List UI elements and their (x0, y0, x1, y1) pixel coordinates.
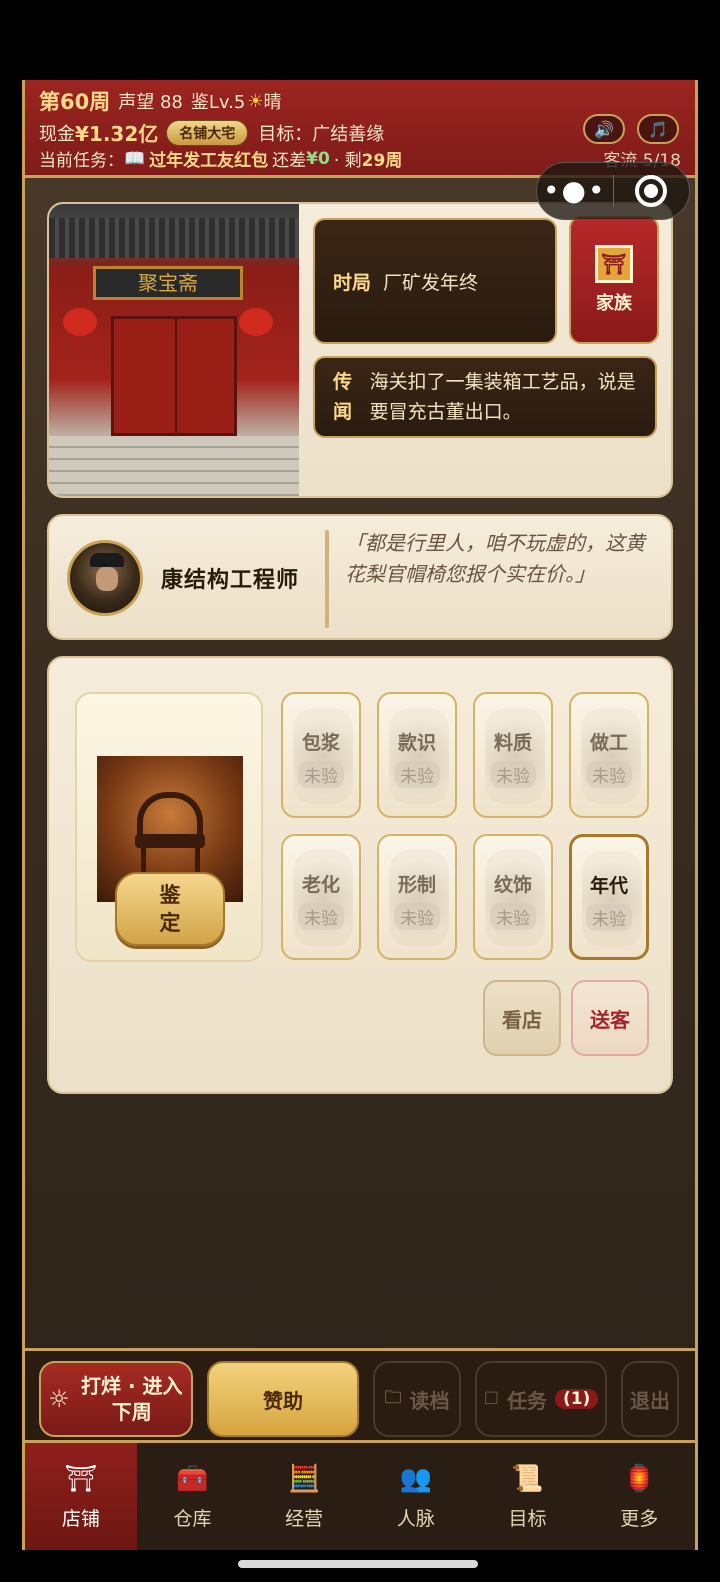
task-weeks-value: 29周 (361, 151, 403, 171)
look-around-button[interactable]: 看店 (483, 980, 561, 1056)
rumor-card: 传闻 海关扣了一集装箱工艺品，说是要冒充古董出口。 (313, 356, 657, 438)
shop-icon: ⛩ (64, 1464, 98, 1494)
target-icon (635, 175, 668, 207)
task-label: 当前任务： (39, 151, 124, 171)
next-week-button[interactable]: ☼ 打烊 · 进入下周 (39, 1361, 193, 1437)
book-icon: 📖 (124, 148, 146, 169)
people-icon: 👥 (399, 1464, 433, 1494)
chest-icon: 🧰 (176, 1464, 209, 1494)
tasks-button[interactable]: ☐ 任务 (1) (475, 1361, 607, 1437)
folder-icon: 🗀 (384, 1387, 402, 1408)
shop-front-image: 聚宝斋 (49, 204, 299, 496)
task-name: 过年发工友红包 (149, 151, 269, 171)
rumor-text: 海关扣了一集装箱工艺品，说是要冒充古董出口。 (369, 371, 636, 423)
weather: 晴 (263, 92, 282, 113)
cash-value: ¥1.32亿 (75, 122, 159, 146)
bottom-tab-bar: ⛩ 店铺 🧰 仓库 🧮 经营 👥 人脉 📜 目标 🏮 更多 (25, 1440, 695, 1550)
miniprogram-capsule: •●• (536, 162, 690, 220)
situation-text: 厂矿发年终 (383, 271, 479, 294)
task-weeks-label: · 剩 (333, 151, 362, 171)
cash-label: 现金 (39, 123, 75, 145)
attr-craftsmanship[interactable]: 做工 未验 (569, 692, 649, 818)
attr-aging[interactable]: 老化 未验 (281, 834, 361, 960)
sound-button[interactable]: 🔊 (583, 114, 625, 144)
home-indicator[interactable] (238, 1560, 478, 1568)
app-frame: 第60周 声望 88 鉴Lv.5 ☀ 晴 现金 ¥1.32亿 名铺大宅 目标：广… (22, 80, 698, 1550)
ancestral-hall-icon: ⛩ (595, 245, 633, 283)
sun-icon: ☀ (247, 90, 264, 112)
situation-card: 时局 厂矿发年终 (313, 218, 557, 344)
tab-warehouse[interactable]: 🧰 仓库 (137, 1443, 249, 1550)
sun-icon: ☼ (48, 1385, 70, 1413)
customer-name: 康结构工程师 (161, 568, 300, 593)
shop-rank-badge: 名铺大宅 (166, 119, 249, 146)
attr-form[interactable]: 形制 未验 (377, 834, 457, 960)
rumor-label: 传闻 (333, 371, 353, 423)
tab-more[interactable]: 🏮 更多 (583, 1443, 695, 1550)
attr-inscription[interactable]: 款识 未验 (377, 692, 457, 818)
attr-patina[interactable]: 包浆 未验 (281, 692, 361, 818)
tab-shop[interactable]: ⛩ 店铺 (25, 1443, 137, 1550)
attr-material[interactable]: 料质 未验 (473, 692, 553, 818)
load-save-button[interactable]: 🗀 读档 (373, 1361, 461, 1437)
sponsor-button[interactable]: 赞助 (207, 1361, 359, 1437)
tab-goals[interactable]: 📜 目标 (472, 1443, 584, 1550)
scroll-icon: 📜 (511, 1464, 544, 1494)
abacus-icon: 🧮 (287, 1464, 321, 1494)
tab-contacts[interactable]: 👥 人脉 (360, 1443, 472, 1550)
attr-decoration[interactable]: 纹饰 未验 (473, 834, 553, 960)
music-button[interactable]: 🎵 (637, 114, 679, 144)
situation-label: 时局 (333, 271, 372, 294)
attr-era[interactable]: 年代 未验 (569, 834, 649, 960)
appraise-button[interactable]: 鉴定 (115, 872, 225, 946)
goal-text: 目标：广结善缘 (258, 123, 385, 145)
customer-panel: 康结构工程师 「都是行里人，咱不玩虚的，这黄花梨官帽椅您报个实在价。」 (47, 514, 673, 640)
customer-avatar[interactable] (67, 540, 143, 616)
shop-panel: 聚宝斋 时局 厂矿发年终 传闻 海关扣了一集装箱工艺品，说是要冒充古董出口。 ⛩… (47, 202, 673, 498)
speaker-icon: 🔊 (594, 119, 614, 139)
family-button[interactable]: ⛩ 家族 (569, 216, 659, 344)
appraiser-level: 鉴Lv.5 (190, 92, 246, 113)
note-icon: ☐ (483, 1389, 499, 1409)
close-miniprogram-button[interactable] (614, 175, 690, 207)
dismiss-customer-button[interactable]: 送客 (571, 980, 649, 1056)
task-remaining-value: ¥0 (306, 148, 330, 169)
task-remaining-label: 还差 (272, 151, 307, 171)
quote-divider (325, 530, 329, 628)
tab-business[interactable]: 🧮 经营 (248, 1443, 360, 1550)
customer-quote: 「都是行里人，咱不玩虚的，这黄花梨官帽椅您报个实在价。」 (345, 531, 645, 586)
family-label: 家族 (596, 293, 632, 314)
lucky-cat-icon: 🏮 (623, 1464, 656, 1494)
week-counter: 第60周 (39, 90, 111, 114)
shop-plaque: 聚宝斋 (93, 266, 243, 300)
item-display: 鉴定 (75, 692, 263, 962)
task-count-badge: (1) (554, 1389, 599, 1409)
more-menu-button[interactable]: •●• (537, 162, 613, 220)
action-bar: ☼ 打烊 · 进入下周 赞助 🗀 读档 ☐ 任务 (1) 退出 (25, 1348, 695, 1440)
music-note-icon: 🎵 (648, 119, 668, 139)
quit-button[interactable]: 退出 (621, 1361, 679, 1437)
appraisal-panel: 鉴定 包浆 未验 款识 未验 料质 未验 做工 未验 老化 未验 形制 未验 纹… (47, 656, 673, 1094)
reputation: 声望 88 (118, 92, 183, 113)
